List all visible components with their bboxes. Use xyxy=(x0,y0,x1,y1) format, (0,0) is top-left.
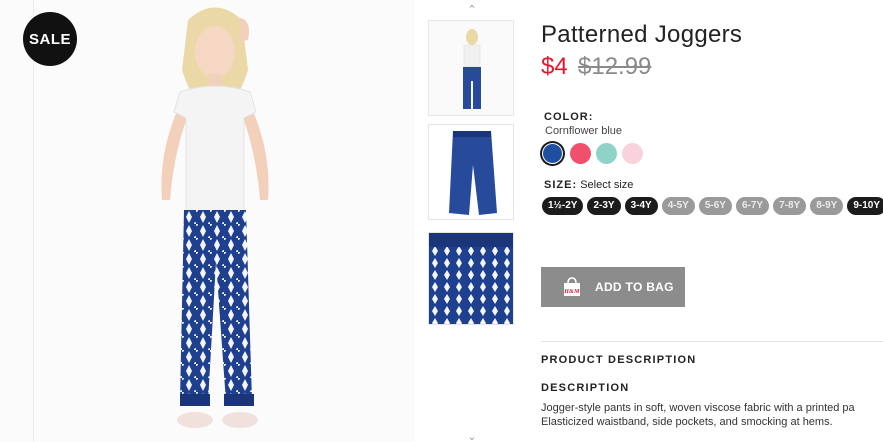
bag-logo-text: H&M xyxy=(563,289,580,295)
size-option[interactable]: 7-8Y xyxy=(773,197,807,215)
size-option[interactable]: 6-7Y xyxy=(735,197,770,215)
thumbnail-detail[interactable] xyxy=(428,232,514,325)
size-options: 1½-2Y 2-3Y 3-4Y 4-5Y 5-6Y 6-7Y 7-8Y 8-9Y… xyxy=(542,197,883,215)
main-product-image[interactable]: SALE xyxy=(0,0,415,442)
sale-price: $4 xyxy=(541,53,568,80)
description-heading: DESCRIPTION xyxy=(541,382,630,394)
swatch-mint[interactable] xyxy=(596,143,617,164)
selected-color-name: Cornflower blue xyxy=(545,125,623,137)
color-swatches xyxy=(542,143,643,164)
size-label: SIZE: xyxy=(544,179,578,191)
size-option[interactable]: 2-3Y xyxy=(587,197,621,215)
add-to-bag-label: ADD TO BAG xyxy=(595,280,674,294)
shopping-bag-icon: H&M xyxy=(563,277,580,296)
color-label: COLOR: xyxy=(544,111,594,123)
product-details: Patterned Joggers $4 $12.99 COLOR: Cornf… xyxy=(541,0,883,442)
size-label-row: SIZE: Select size xyxy=(544,179,633,191)
sale-badge: SALE xyxy=(23,12,77,66)
section-divider xyxy=(541,341,883,342)
model-photo xyxy=(161,7,269,428)
size-option[interactable]: 3-4Y xyxy=(624,197,658,215)
thumbnail-strip: ⌃ ⌄ xyxy=(424,0,520,442)
chevron-down-icon[interactable]: ⌄ xyxy=(465,432,479,442)
thumbnail-flat[interactable] xyxy=(428,124,514,220)
original-price: $12.99 xyxy=(578,53,652,80)
size-option[interactable]: 8-9Y xyxy=(810,197,844,215)
product-title: Patterned Joggers xyxy=(541,21,743,48)
size-option[interactable]: 9-10Y xyxy=(847,197,883,215)
description-line: Elasticized waistband, side pockets, and… xyxy=(541,416,833,428)
swatch-pink[interactable] xyxy=(570,143,591,164)
description-line: Jogger-style pants in soft, woven viscos… xyxy=(541,402,855,414)
add-to-bag-button[interactable]: H&M ADD TO BAG xyxy=(541,267,685,307)
size-prompt: Select size xyxy=(580,179,634,191)
size-option[interactable]: 5-6Y xyxy=(698,197,732,215)
size-option[interactable]: 1½-2Y xyxy=(542,197,584,215)
swatch-cornflower-blue[interactable] xyxy=(543,144,562,163)
chevron-up-icon[interactable]: ⌃ xyxy=(465,5,479,16)
product-description-heading[interactable]: PRODUCT DESCRIPTION xyxy=(541,354,696,366)
image-edge-line xyxy=(33,0,34,442)
thumbnail-model[interactable] xyxy=(428,20,514,116)
size-option[interactable]: 4-5Y xyxy=(661,197,695,215)
description-text: Jogger-style pants in soft, woven viscos… xyxy=(541,401,883,429)
swatch-light-pink[interactable] xyxy=(622,143,643,164)
